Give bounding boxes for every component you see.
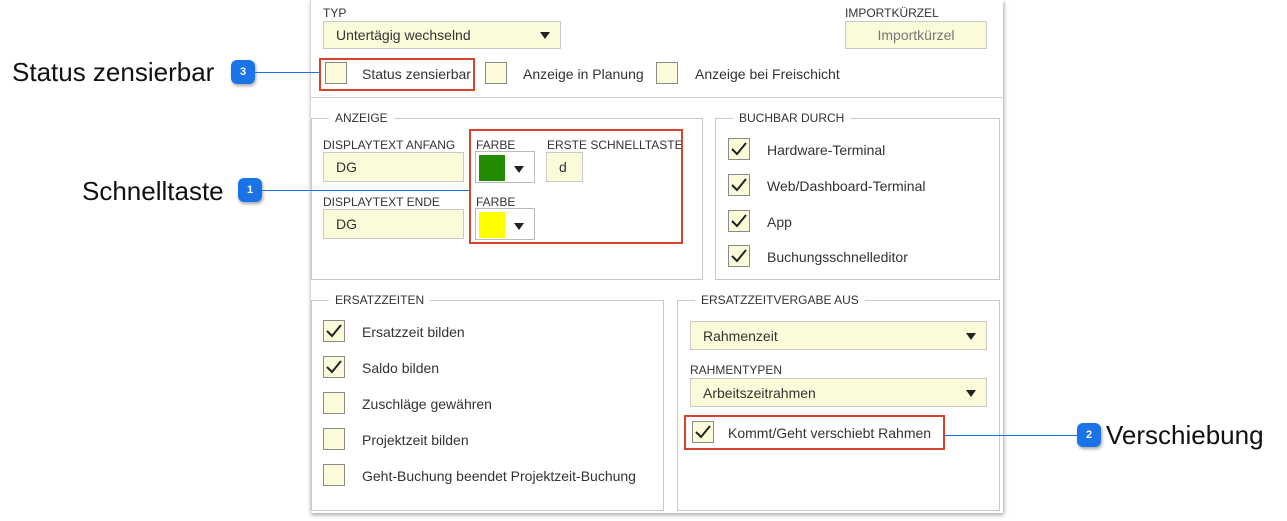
check-icon [731,249,747,263]
anzeige-title: ANZEIGE [329,111,394,125]
web-dashboard-terminal-label: Web/Dashboard-Terminal [767,178,926,194]
ersatzvergabe-select-value: Rahmenzeit [703,327,778,344]
buchungsschnelleditor-label: Buchungsschnelleditor [767,249,908,265]
anzeige-in-planung-label: Anzeige in Planung [523,66,644,82]
callout-badge-2: 2 [1077,423,1101,447]
buchungsschnelleditor-checkbox[interactable] [728,245,750,267]
zuschlaege-checkbox[interactable] [323,392,345,414]
geht-buchung-label: Geht-Buchung beendet Projektzeit-Buchung [362,468,636,484]
chevron-down-icon [540,32,550,39]
projektzeit-label: Projektzeit bilden [362,432,469,448]
check-icon [731,178,747,192]
ersatzvergabe-select[interactable]: Rahmenzeit [690,321,987,350]
import-placeholder: Importkürzel [877,27,955,43]
highlight-schnelltaste [469,129,683,244]
ersatzzeiten-title: ERSATZZEITEN [329,293,431,307]
check-icon [326,324,342,338]
display-start-input[interactable]: DG [323,152,464,182]
ersatzzeit-bilden-checkbox[interactable] [323,320,345,342]
hardware-terminal-label: Hardware-Terminal [767,142,886,158]
rahmentypen-select-value: Arbeitszeitrahmen [703,384,816,401]
web-dashboard-terminal-checkbox[interactable] [728,174,750,196]
geht-buchung-checkbox[interactable] [323,464,345,486]
import-label: IMPORTKÜRZEL [845,6,939,20]
callout-verschiebung-text: Verschiebung [1106,420,1264,450]
display-start-label: DISPLAYTEXT ANFANG [323,138,456,152]
check-icon [731,214,747,228]
display-end-value: DG [336,216,357,232]
anzeige-bei-freischicht-label: Anzeige bei Freischicht [695,66,840,82]
chevron-down-icon [966,332,976,340]
type-select-value: Untertägig wechselnd [336,27,471,43]
callout-line-1 [262,190,469,191]
rahmentypen-label: RAHMENTYPEN [690,363,783,377]
display-end-label: DISPLAYTEXT ENDE [323,195,440,209]
saldo-bilden-checkbox[interactable] [323,356,345,378]
anzeige-in-planung-checkbox[interactable] [485,62,507,84]
chevron-down-icon [966,389,976,397]
app-label: App [767,214,792,230]
check-icon [731,142,747,156]
saldo-bilden-label: Saldo bilden [362,360,440,376]
callout-badge-1: 1 [238,178,262,202]
ersatzzeit-bilden-label: Ersatzzeit bilden [362,324,465,340]
buchbar-title: BUCHBAR DURCH [733,111,851,125]
section-divider [311,97,1003,98]
callout-badge-3: 3 [231,60,255,84]
type-select[interactable]: Untertägig wechselnd [323,21,561,49]
type-label: TYP [323,6,347,20]
app-checkbox[interactable] [728,210,750,232]
callout-schnelltaste-text: Schnelltaste [82,176,224,206]
import-input[interactable]: Importkürzel [845,21,987,49]
callout-line-3 [255,72,319,73]
projektzeit-checkbox[interactable] [323,428,345,450]
highlight-status-zensierbar [319,58,475,91]
callout-status-zensierbar-text: Status zensierbar [12,57,215,87]
display-end-input[interactable]: DG [323,209,464,239]
hardware-terminal-checkbox[interactable] [728,138,750,160]
zuschlaege-label: Zuschläge gewähren [362,396,492,412]
check-icon [326,360,342,374]
ersatzvergabe-title: ERSATZZEITVERGABE AUS [695,293,865,307]
display-start-value: DG [336,159,357,175]
anzeige-bei-freischicht-checkbox[interactable] [656,62,678,84]
rahmentypen-select[interactable]: Arbeitszeitrahmen [690,378,987,407]
callout-line-2 [945,435,1077,436]
highlight-verschiebung [684,415,945,450]
